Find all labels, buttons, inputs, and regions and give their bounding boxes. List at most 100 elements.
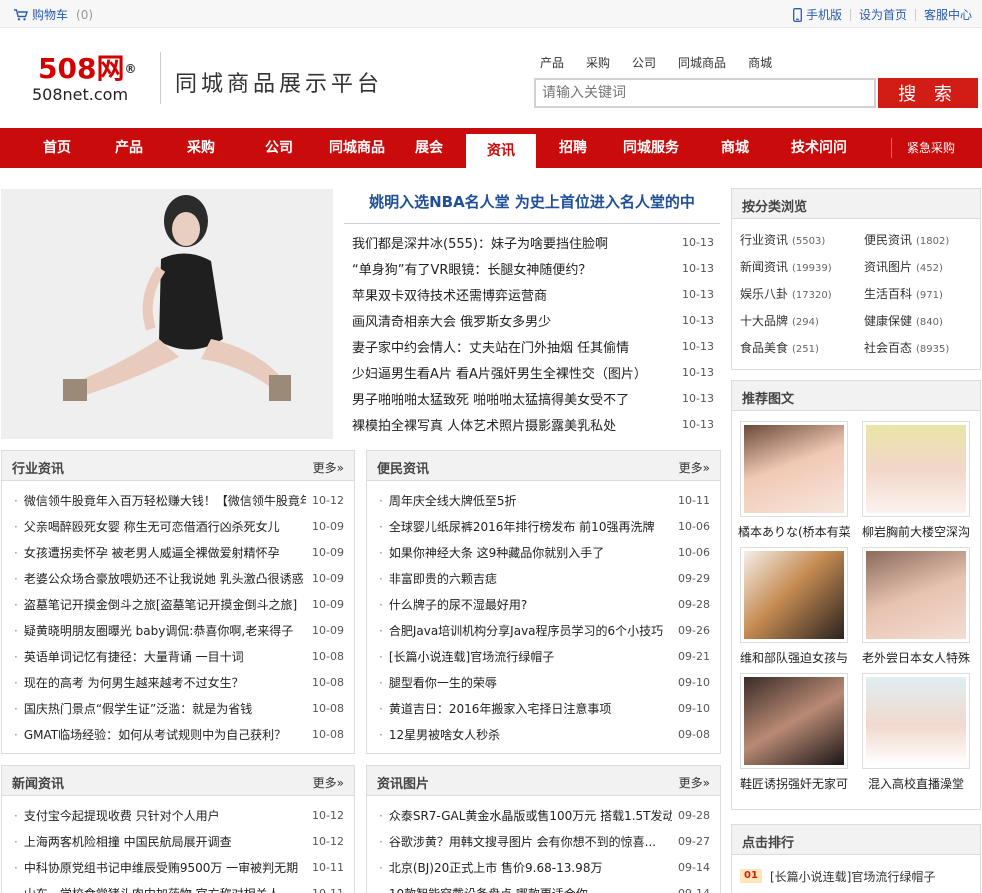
category-link[interactable]: 食品美食 (251) [740, 335, 864, 362]
search-button[interactable]: 搜 索 [878, 78, 978, 108]
photo-card[interactable]: 橘本ありな(桥本有菜) [738, 421, 850, 540]
list-item[interactable]: 黄道吉日：2016年搬家入宅择日注意事项 09-10 [379, 695, 710, 721]
category-link[interactable]: 生活百科 (971) [864, 281, 974, 308]
list-item[interactable]: 10款智能穿戴设备盘点 哪款更适合你 09-14 [379, 880, 710, 893]
list-item[interactable]: 老婆公众场合豪放喂奶还不让我说她 乳头激凸很诱惑 10-09 [14, 565, 344, 591]
photo-card[interactable]: 鞋匠诱拐强奸无家可 [738, 673, 850, 792]
category-link[interactable]: 便民资讯 (1802) [864, 227, 974, 254]
more-link[interactable]: 更多» [679, 459, 710, 476]
list-item[interactable]: 我们都是深井冰(555)：妹子为啥要挡住脸啊 10-13 [352, 229, 714, 255]
list-item[interactable]: 12星男被啥女人秒杀 09-08 [379, 721, 710, 747]
list-item[interactable]: 山东一学校食堂猪头肉中加药物 官方称对相关人 10-11 [14, 880, 344, 893]
more-link[interactable]: 更多» [313, 459, 344, 476]
nav-products[interactable]: 产品 [94, 128, 164, 168]
list-item[interactable]: 中科协原党组书记申维辰受贿9500万 一审被判无期 10-11 [14, 854, 344, 880]
list-item[interactable]: 谷歌涉黄？用韩文搜寻图片 会有你想不到的惊喜... 09-27 [379, 828, 710, 854]
list-item[interactable]: [长篇小说连载]官场流行绿帽子 09-21 [379, 643, 710, 669]
category-count: (5503) [792, 236, 826, 247]
list-item[interactable]: 国庆热门景点“假学生证”泛滥：就是为省钱 10-08 [14, 695, 344, 721]
list-item[interactable]: 盗墓笔记开摸金倒斗之旅[盗墓笔记开摸金倒斗之旅] 10-09 [14, 591, 344, 617]
category-link[interactable]: 行业资讯 (5503) [740, 227, 864, 254]
list-item[interactable]: 微信领牛股竟年入百万轻松赚大钱！【微信领牛股竟年 10-12 [14, 487, 344, 513]
list-item[interactable]: 01 [长篇小说连载]官场流行绿帽子 [740, 863, 972, 889]
category-link[interactable]: 新闻资讯 (19939) [740, 254, 864, 281]
photo-card[interactable]: 维和部队强迫女孩与 [738, 547, 850, 666]
search-tab-local-goods[interactable]: 同城商品 [678, 54, 726, 71]
cart-link[interactable]: 购物车 (0) [14, 6, 93, 23]
list-item[interactable]: 北京(BJ)20正式上市 售价9.68-13.98万 09-14 [379, 854, 710, 880]
nav-purchase[interactable]: 采购 [166, 128, 236, 168]
news-date: 10-08 [312, 727, 344, 741]
photo-card[interactable]: 老外尝日本女人特殊 [860, 547, 972, 666]
headline-link[interactable]: 姚明入选NBA名人堂 为史上首位进入名人堂的中 [344, 188, 720, 224]
search-tab-purchase[interactable]: 采购 [586, 54, 610, 71]
photo-card[interactable]: 混入高校直播澡堂 [860, 673, 972, 792]
list-item[interactable]: 周年庆全线大牌低至5折 10-11 [379, 487, 710, 513]
site-logo[interactable]: 508网® 508net.com [32, 52, 158, 104]
category-name: 新闻资讯 [740, 260, 789, 274]
category-link[interactable]: 十大品牌 (294) [740, 308, 864, 335]
nav-company[interactable]: 公司 [244, 128, 314, 168]
list-item[interactable]: 现在的高考 为何男生越来越考不过女生？ 10-08 [14, 669, 344, 695]
search-tab-products[interactable]: 产品 [540, 54, 564, 71]
search-tab-mall[interactable]: 商城 [748, 54, 772, 71]
nav-urgent-purchase[interactable]: 紧急采购 [896, 128, 966, 168]
list-item[interactable]: 腿型看你一生的荣辱 09-10 [379, 669, 710, 695]
news-title: 父亲喝醉殴死女婴 称生无可恋借酒行凶杀死女儿 [14, 518, 280, 535]
nav-home[interactable]: 首页 [22, 128, 92, 168]
search-input[interactable] [534, 78, 876, 108]
browse-by-category-panel: 按分类浏览 行业资讯 (5503) 便民资讯 (1802) 新闻资讯 (19939) … [731, 188, 981, 370]
list-item[interactable]: 如果你神经大条 这9种藏品你就别入手了 10-06 [379, 539, 710, 565]
nav-news[interactable]: 资讯 [466, 134, 536, 168]
news-date: 10-08 [312, 649, 344, 663]
featured-photo[interactable] [1, 189, 333, 439]
list-item[interactable]: 父亲喝醉殴死女婴 称生无可恋借酒行凶杀死女儿 10-09 [14, 513, 344, 539]
photo-card[interactable]: 柳岩胸前大楼空深沟 [860, 421, 972, 540]
list-item[interactable]: 男子啪啪啪太猛致死 啪啪啪太猛搞得美女受不了 10-13 [352, 385, 714, 411]
nav-expo[interactable]: 展会 [394, 128, 464, 168]
list-item[interactable]: 上海两客机险相撞 中国民航局展开调查 10-12 [14, 828, 344, 854]
panel-title: 点击排行 [742, 836, 795, 851]
news-date: 10-09 [312, 519, 344, 533]
more-link[interactable]: 更多» [679, 774, 710, 791]
more-link[interactable]: 更多» [313, 774, 344, 791]
customer-service-link[interactable]: 客服中心 [924, 6, 972, 23]
photo-caption: 混入高校直播澡堂 [867, 777, 964, 791]
list-item[interactable]: 疑黄晓明朋友圈曝光 baby调侃:恭喜你啊,老来得子 10-09 [14, 617, 344, 643]
search-tab-company[interactable]: 公司 [632, 54, 656, 71]
list-item[interactable]: 画风清奇相亲大会 俄罗斯女多男少 10-13 [352, 307, 714, 333]
news-title: GMAT临场经验：如何从考试规则中为自己获利？ [14, 726, 286, 743]
list-item[interactable]: “单身狗”有了VR眼镜：长腿女神随便约？ 10-13 [352, 255, 714, 281]
list-item[interactable]: 妻子家中约会情人：丈夫站在门外抽烟 任其偷情 10-13 [352, 333, 714, 359]
list-item[interactable]: GMAT临场经验：如何从考试规则中为自己获利？ 10-08 [14, 721, 344, 747]
news-title: 12星男被啥女人秒杀 [379, 726, 500, 743]
nav-local-goods[interactable]: 同城商品 [322, 128, 392, 168]
set-homepage-link[interactable]: 设为首页 [859, 6, 907, 23]
nav-jobs[interactable]: 招聘 [538, 128, 608, 168]
category-link[interactable]: 资讯图片 (452) [864, 254, 974, 281]
nav-mall[interactable]: 商城 [700, 128, 770, 168]
news-title: 国庆热门景点“假学生证”泛滥：就是为省钱 [14, 700, 252, 717]
list-item[interactable]: 非富即贵的六颗吉痣 09-29 [379, 565, 710, 591]
list-item[interactable]: 女孩遭拐卖怀孕 被老男人威逼全裸做爱射精怀孕 10-09 [14, 539, 344, 565]
list-item[interactable]: 支付宝今起提现收费 只针对个人用户 10-12 [14, 802, 344, 828]
list-item[interactable]: 裸模拍全裸写真 人体艺术照片摄影露美乳私处 10-13 [352, 411, 714, 437]
category-link[interactable]: 娱乐八卦 (17320) [740, 281, 864, 308]
nav-local-services[interactable]: 同城服务 [612, 128, 690, 168]
list-item[interactable]: 少妇逼男生看A片 看A片强奸男生全裸性交（图片） 10-13 [352, 359, 714, 385]
category-link[interactable]: 社会百态 (8935) [864, 335, 974, 362]
photo-caption: 老外尝日本女人特殊 [861, 651, 970, 665]
news-date: 09-26 [678, 623, 710, 637]
category-link[interactable]: 健康保健 (840) [864, 308, 974, 335]
nav-tech-qa[interactable]: 技术问问 [780, 128, 858, 168]
list-item[interactable]: 全球婴儿纸尿裤2016年排行榜发布 前10强再洗牌 10-06 [379, 513, 710, 539]
news-title: 英语单词记忆有捷径：大量背诵 一目十词 [14, 648, 244, 665]
list-item[interactable]: 英语单词记忆有捷径：大量背诵 一目十词 10-08 [14, 643, 344, 669]
list-item[interactable]: 合肥Java培训机构分享Java程序员学习的6个小技巧 09-26 [379, 617, 710, 643]
list-item[interactable]: 众泰SR7-GAL黄金水晶版或售100万元 搭载1.5T发动 09-28 [379, 802, 710, 828]
list-item[interactable]: 什么牌子的尿不湿最好用? 09-28 [379, 591, 710, 617]
cart-label: 购物车 [32, 8, 69, 22]
news-date: 09-27 [678, 834, 710, 848]
mobile-version-link[interactable]: 手机版 [806, 6, 842, 23]
list-item[interactable]: 苹果双卡双待技术还需博弈运营商 10-13 [352, 281, 714, 307]
